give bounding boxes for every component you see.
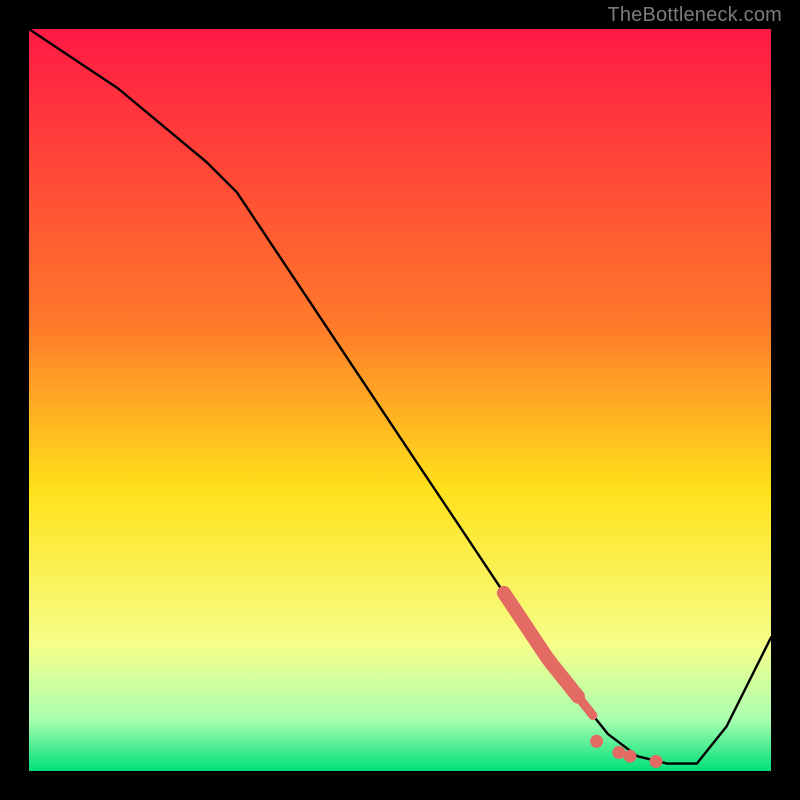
highlight-dot	[612, 746, 625, 759]
gradient-background	[29, 29, 771, 771]
highlight-dot	[624, 750, 637, 763]
highlight-dot	[590, 735, 603, 748]
watermark-text: TheBottleneck.com	[607, 4, 782, 27]
bottleneck-chart	[29, 29, 771, 771]
plot-area	[29, 29, 771, 771]
highlight-dot	[650, 755, 663, 768]
chart-frame: TheBottleneck.com	[0, 0, 800, 800]
